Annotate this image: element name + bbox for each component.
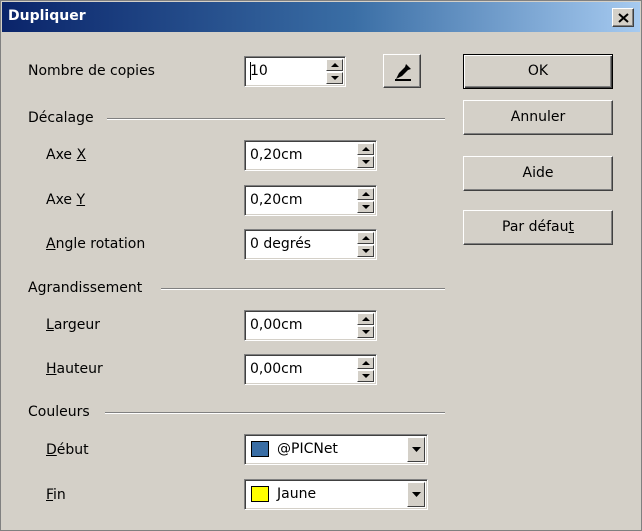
default-button[interactable]: Par défaut [463,210,613,245]
arrow-down-icon [362,160,370,164]
copies-value[interactable]: 10 [250,63,268,79]
arrow-down-icon [362,374,370,378]
axis-x-label: Axe X [46,147,87,163]
end-color-dropdown-button[interactable] [407,482,425,507]
width-label: Largeur [46,317,101,333]
angle-decrement-button[interactable] [357,245,374,257]
close-button[interactable] [612,8,634,27]
pick-values-button[interactable] [383,54,421,88]
copies-increment-button[interactable] [326,59,343,71]
arrow-down-icon [362,205,370,209]
axis-x-input[interactable]: 0,20cm [244,140,377,171]
height-label: Hauteur [46,361,103,377]
chevron-down-icon [412,492,421,497]
axis-x-increment-button[interactable] [357,143,374,155]
axis-y-value[interactable]: 0,20cm [250,192,303,208]
width-value[interactable]: 0,00cm [250,317,303,333]
arrow-up-icon [362,317,370,321]
start-color-value: @PICNet [277,441,338,457]
copies-decrement-button[interactable] [326,72,343,84]
axis-x-value[interactable]: 0,20cm [250,147,303,163]
arrow-up-icon [362,236,370,240]
enlargement-group-title: Agrandissement [28,280,143,296]
title-bar: Dupliquer [2,2,640,32]
angle-label: Angle rotation [46,236,146,252]
height-increment-button[interactable] [357,357,374,369]
height-value[interactable]: 0,00cm [250,361,303,377]
duplicate-dialog: Dupliquer Nombre de copies 10 Décalage A… [0,0,642,531]
height-input[interactable]: 0,00cm [244,354,377,385]
angle-value[interactable]: 0 degrés [250,236,311,252]
end-color-select[interactable]: Jaune [244,479,428,510]
width-input[interactable]: 0,00cm [244,310,377,341]
enlargement-group-divider [161,288,445,290]
end-color-label: Fin [46,487,66,503]
eyedropper-icon [395,64,411,81]
window-title: Dupliquer [8,8,86,24]
angle-increment-button[interactable] [357,232,374,244]
angle-input[interactable]: 0 degrés [244,229,377,260]
axis-x-decrement-button[interactable] [357,156,374,168]
start-color-label: Début [46,442,89,458]
copies-label: Nombre de copies [28,63,155,79]
end-color-value: Jaune [277,486,317,502]
width-increment-button[interactable] [357,313,374,325]
arrow-up-icon [362,147,370,151]
axis-y-decrement-button[interactable] [357,201,374,213]
close-icon [618,13,629,23]
height-decrement-button[interactable] [357,370,374,382]
end-color-swatch [251,486,269,502]
colors-group-divider [105,412,445,414]
arrow-up-icon [362,192,370,196]
arrow-down-icon [362,249,370,253]
ok-button[interactable]: OK [463,54,613,89]
width-decrement-button[interactable] [357,326,374,338]
start-color-dropdown-button[interactable] [407,437,425,462]
offset-group-title: Décalage [28,110,94,126]
copies-stepper[interactable]: 10 [244,56,346,87]
arrow-up-icon [331,63,339,67]
cancel-button[interactable]: Annuler [463,100,613,135]
arrow-up-icon [362,361,370,365]
arrow-down-icon [331,76,339,80]
chevron-down-icon [412,447,421,452]
colors-group-title: Couleurs [28,404,90,420]
offset-group-divider [107,118,445,120]
axis-y-increment-button[interactable] [357,188,374,200]
start-color-select[interactable]: @PICNet [244,434,428,465]
start-color-swatch [251,441,269,457]
help-button[interactable]: Aide [463,156,613,191]
axis-y-label: Axe Y [46,192,86,208]
axis-y-input[interactable]: 0,20cm [244,185,377,216]
arrow-down-icon [362,330,370,334]
